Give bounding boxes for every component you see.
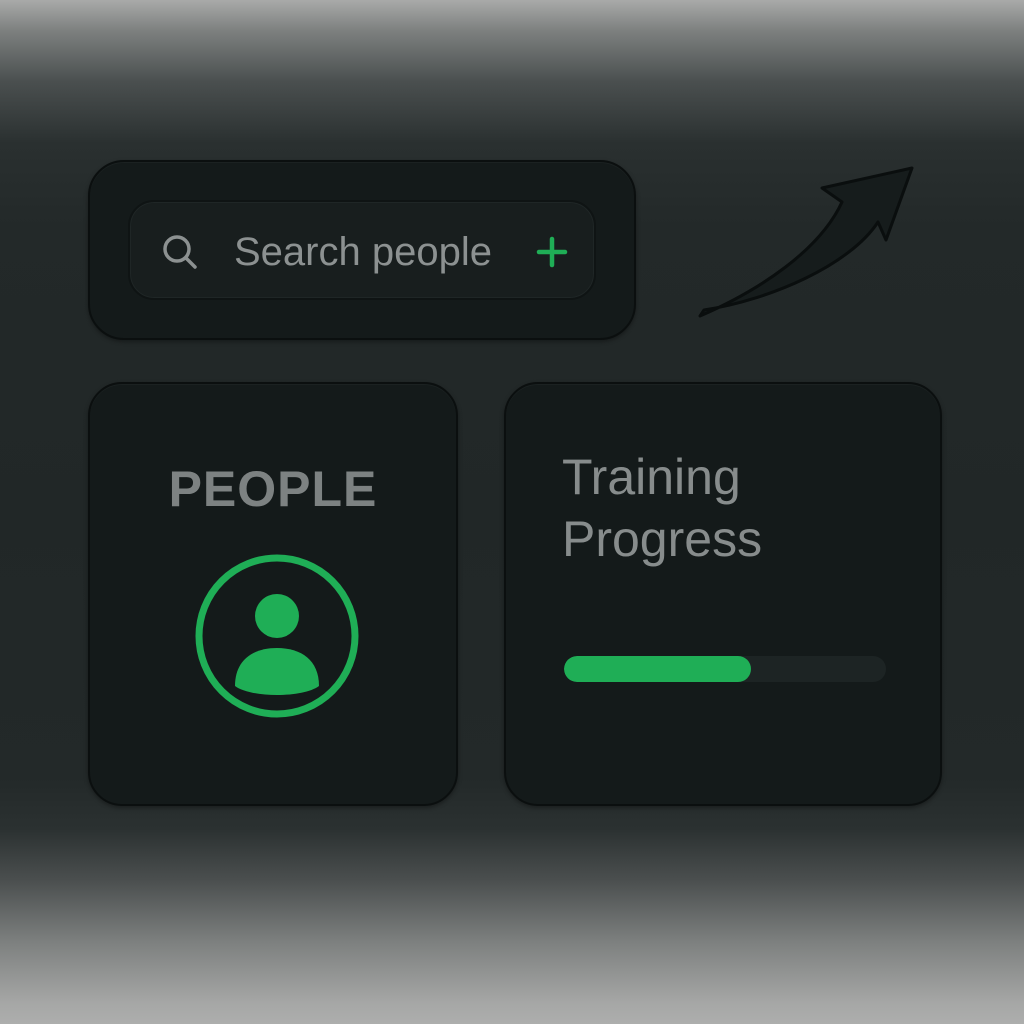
training-progress-title: Training Progress — [562, 446, 762, 570]
people-title: PEOPLE — [168, 461, 378, 517]
search-field[interactable]: Search people — [128, 200, 596, 300]
progress-bar-fill — [564, 656, 751, 682]
people-card[interactable]: PEOPLE — [88, 382, 458, 806]
user-avatar-icon — [195, 554, 359, 718]
search-input[interactable]: Search people — [234, 226, 492, 278]
progress-bar-track — [564, 656, 886, 682]
plus-icon — [536, 236, 568, 268]
search-card: Search people — [88, 160, 636, 340]
trend-up-arrow-icon — [698, 166, 914, 318]
training-title-line-2: Progress — [562, 511, 763, 567]
search-icon — [163, 235, 197, 269]
training-title-line-1: Training — [562, 449, 741, 505]
add-person-button[interactable] — [532, 232, 572, 272]
training-progress-card[interactable]: Training Progress — [504, 382, 942, 806]
